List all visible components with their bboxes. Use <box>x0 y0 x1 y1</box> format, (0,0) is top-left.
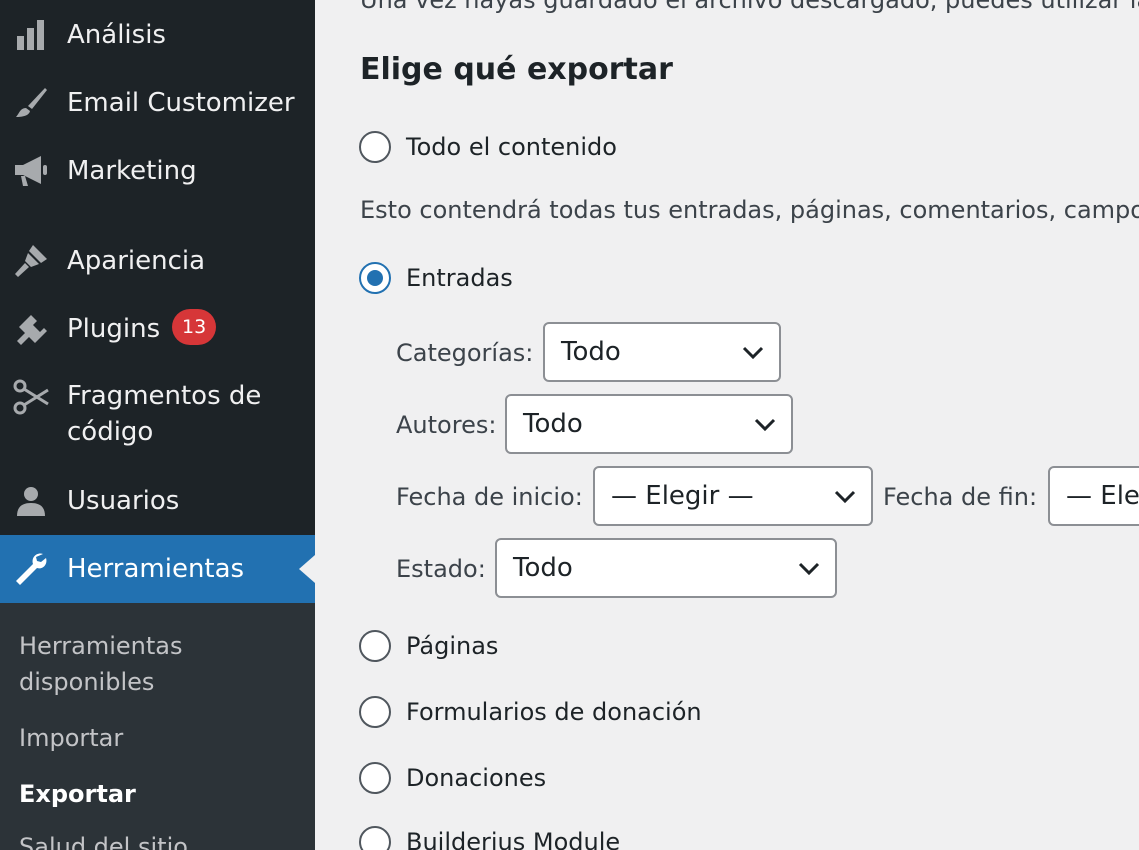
status-select[interactable]: Todo <box>495 538 837 598</box>
sidebar-item-herramientas[interactable]: Herramientas <box>0 535 315 603</box>
sidebar-item-apariencia[interactable]: Apariencia <box>0 241 315 281</box>
sidebar-item-email-customizer[interactable]: Email Customizer <box>0 83 315 123</box>
submenu-item-salud-del-sitio[interactable]: Salud del sitio <box>19 829 188 850</box>
radio-posts[interactable] <box>359 262 391 294</box>
select-value: Todo <box>513 553 573 583</box>
sidebar-item-label: Apariencia <box>67 246 206 276</box>
wrench-icon <box>12 550 50 588</box>
paintbrush-icon <box>12 84 50 122</box>
authors-select[interactable]: Todo <box>505 394 793 454</box>
option-donations[interactable]: Donaciones <box>359 762 546 794</box>
section-heading: Elige qué exportar <box>360 52 673 87</box>
user-icon <box>12 482 50 520</box>
option-donation-forms[interactable]: Formularios de donación <box>359 696 702 728</box>
option-label: Builderius Module <box>406 828 621 850</box>
active-indicator <box>299 555 315 583</box>
option-label: Entradas <box>406 264 513 292</box>
sidebar-item-label-line2: código <box>67 417 154 447</box>
chevron-down-icon <box>798 562 820 576</box>
sidebar-item-fragmentos-de-codigo[interactable]: Fragmentos de código <box>0 378 315 450</box>
select-value: — Elegir — <box>611 481 754 511</box>
status-label: Estado: <box>396 555 486 583</box>
option-posts[interactable]: Entradas <box>359 262 513 294</box>
option-builderius-module[interactable]: Builderius Module <box>359 826 620 850</box>
submenu-item-exportar[interactable]: Exportar <box>19 776 136 812</box>
sidebar-item-plugins[interactable]: Plugins 13 <box>0 309 315 349</box>
sidebar-item-label: Herramientas <box>67 554 245 584</box>
categories-label: Categorías: <box>396 339 534 367</box>
select-value: — Elegir — <box>1066 481 1139 511</box>
submenu-item-importar[interactable]: Importar <box>19 720 123 756</box>
chart-bar-icon <box>12 16 50 54</box>
radio-builderius-module[interactable] <box>359 826 391 850</box>
sidebar-item-marketing[interactable]: Marketing <box>0 151 315 191</box>
update-count-badge: 13 <box>172 309 217 346</box>
select-value: Todo <box>523 409 583 439</box>
all-content-description: Esto contendrá todas tus entradas, págin… <box>360 196 1139 224</box>
megaphone-icon <box>12 152 50 190</box>
end-date-select[interactable]: — Elegir — <box>1048 466 1139 526</box>
chevron-down-icon <box>742 346 764 360</box>
option-label: Formularios de donación <box>406 698 702 726</box>
submenu-item-label-line2: disponibles <box>19 668 155 696</box>
option-label: Páginas <box>406 632 499 660</box>
option-pages[interactable]: Páginas <box>359 630 498 662</box>
submenu-item-label-line1: Herramientas <box>19 632 183 660</box>
start-date-select[interactable]: — Elegir — <box>593 466 873 526</box>
select-value: Todo <box>561 337 621 367</box>
start-date-label: Fecha de inicio: <box>396 483 583 511</box>
sidebar-item-label-line1: Fragmentos de <box>67 381 262 411</box>
authors-label: Autores: <box>396 411 497 439</box>
sidebar-item-label: Usuarios <box>67 486 180 516</box>
intro-text: Una vez hayas guardado el archivo descar… <box>360 0 1139 14</box>
sidebar-item-label: Plugins <box>67 313 161 344</box>
sidebar-item-label: Análisis <box>67 20 166 50</box>
submenu-item-herramientas-disponibles[interactable]: Herramientas disponibles <box>19 628 182 700</box>
radio-donations[interactable] <box>359 762 391 794</box>
brush-icon <box>12 242 50 280</box>
chevron-down-icon <box>754 418 776 432</box>
option-label: Todo el contenido <box>406 133 617 161</box>
sidebar-item-label: Email Customizer <box>67 88 295 118</box>
scissors-icon <box>12 378 50 416</box>
end-date-label: Fecha de fin: <box>883 483 1038 511</box>
sidebar-item-label: Marketing <box>67 156 197 186</box>
radio-pages[interactable] <box>359 630 391 662</box>
option-label: Donaciones <box>406 764 547 792</box>
admin-sidebar: Análisis Email Customizer Marketing Apar… <box>0 0 315 850</box>
sidebar-item-analisis[interactable]: Análisis <box>0 15 315 55</box>
categories-select[interactable]: Todo <box>543 322 781 382</box>
radio-donation-forms[interactable] <box>359 696 391 728</box>
plugin-icon <box>12 310 50 348</box>
tools-submenu: Herramientas disponibles Importar Export… <box>0 603 315 850</box>
chevron-down-icon <box>834 490 856 504</box>
main-content: Una vez hayas guardado el archivo descar… <box>315 0 1139 850</box>
sidebar-item-usuarios[interactable]: Usuarios <box>0 481 315 521</box>
radio-all-content[interactable] <box>359 131 391 163</box>
option-all-content[interactable]: Todo el contenido <box>359 131 617 163</box>
